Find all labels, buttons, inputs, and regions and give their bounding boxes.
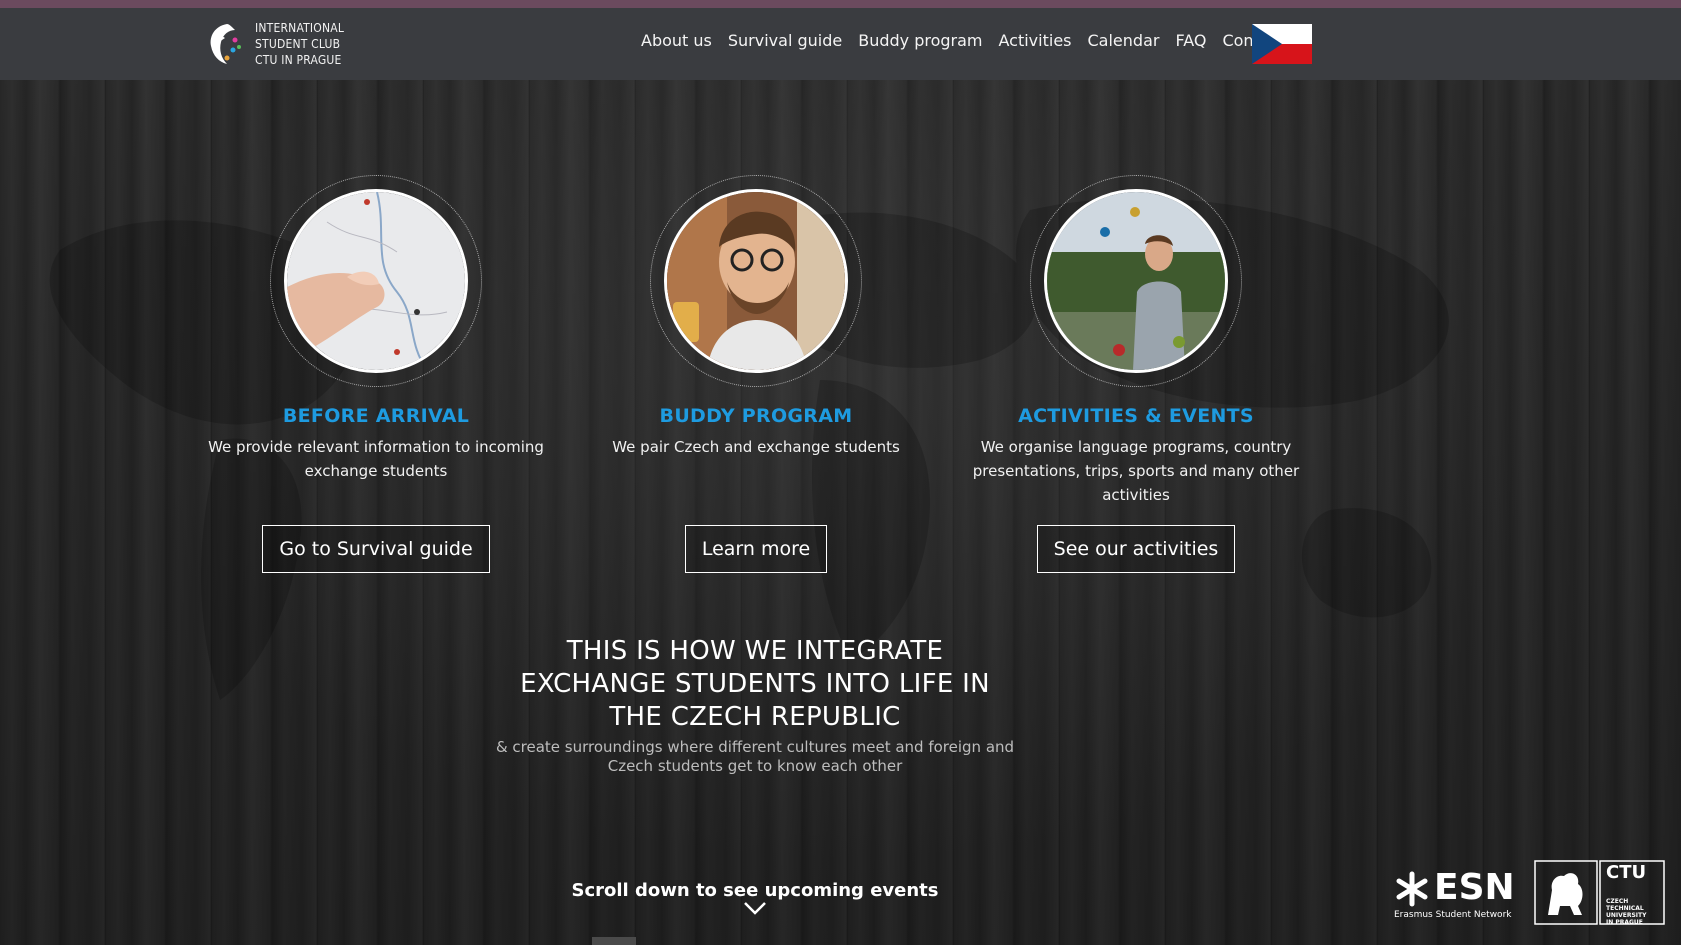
learn-more-button[interactable]: Learn more (684, 525, 828, 573)
see-our-activities-button[interactable]: See our activities (1036, 525, 1236, 573)
feature-photo-ring (270, 175, 482, 387)
nav-activities[interactable]: Activities (999, 31, 1072, 50)
nav-buddy-program[interactable]: Buddy program (858, 31, 982, 50)
club-logo[interactable]: INTERNATIONAL STUDENT CLUB CTU IN PRAGUE (205, 18, 344, 70)
feature-buddy-program: BUDDY PROGRAM We pair Czech and exchange… (586, 175, 926, 573)
smiling-student-portrait-photo (664, 189, 848, 373)
ctu-caption-line-1: CZECH TECHNICAL (1606, 898, 1644, 912)
ctu-caption-line-2: UNIVERSITY (1606, 912, 1647, 919)
logo-line-2: STUDENT CLUB (255, 37, 341, 51)
ctu-caption-line-3: IN PRAGUE (1606, 919, 1643, 926)
top-accent-line (0, 0, 1681, 8)
scroll-down-link[interactable]: Scroll down to see upcoming events (540, 880, 970, 915)
nav-faq[interactable]: FAQ (1175, 31, 1206, 50)
feature-title: BUDDY PROGRAM (659, 405, 853, 427)
juggling-student-photo (1044, 189, 1228, 373)
feature-activities-events: ACTIVITIES & EVENTS We organise language… (966, 175, 1306, 573)
feature-photo-ring (1030, 175, 1242, 387)
logo-line-1: INTERNATIONAL (255, 21, 345, 35)
nav-about-us[interactable]: About us (641, 31, 712, 50)
mission-title: THIS IS HOW WE INTEGRATE EXCHANGE STUDEN… (520, 636, 990, 732)
esn-name: ESN (1434, 867, 1515, 908)
czech-flag-icon[interactable] (1252, 24, 1312, 64)
chevron-down-icon (744, 902, 766, 915)
feature-title: ACTIVITIES & EVENTS (1018, 405, 1254, 427)
mission-headline: THIS IS HOW WE INTEGRATE EXCHANGE STUDEN… (490, 635, 1020, 776)
juggling-photo-art (1047, 192, 1225, 370)
navbar: INTERNATIONAL STUDENT CLUB CTU IN PRAGUE… (0, 8, 1681, 81)
mission-subtitle: & create surroundings where different cu… (495, 738, 1015, 775)
go-to-survival-guide-button[interactable]: Go to Survival guide (262, 525, 490, 573)
ctu-name: CTU (1606, 862, 1647, 883)
feature-description: We provide relevant information to incom… (208, 438, 544, 480)
logo-line-3: CTU IN PRAGUE (255, 53, 342, 67)
main-nav: About us Survival guide Buddy program Ac… (641, 31, 1309, 50)
feature-description: We organise language programs, country p… (972, 438, 1300, 504)
portrait-photo-art (667, 192, 845, 370)
club-logo-text: INTERNATIONAL STUDENT CLUB CTU IN PRAGUE (255, 20, 344, 68)
map-of-czech-republic-photo (284, 189, 468, 373)
scroll-down-label: Scroll down to see upcoming events (571, 880, 939, 901)
nav-survival-guide[interactable]: Survival guide (728, 31, 842, 50)
feature-description: We pair Czech and exchange students (612, 438, 900, 456)
esn-caption: Erasmus Student Network (1394, 910, 1512, 920)
lion-logo-icon (210, 24, 241, 64)
feature-before-arrival: BEFORE ARRIVAL We provide relevant infor… (206, 175, 546, 573)
feature-photo-ring (650, 175, 862, 387)
nav-calendar[interactable]: Calendar (1088, 31, 1160, 50)
feature-title: BEFORE ARRIVAL (282, 405, 470, 427)
map-photo-art (287, 192, 465, 370)
ctu-logo[interactable]: CTU CZECH TECHNICAL UNIVERSITY IN PRAGUE (1534, 860, 1665, 926)
page-scroll-indicator[interactable] (592, 937, 636, 945)
ctu-caption: CZECH TECHNICAL UNIVERSITY IN PRAGUE (1606, 898, 1665, 926)
esn-logo[interactable]: ESN Erasmus Student Network (1394, 866, 1515, 924)
hero-section: BEFORE ARRIVAL We provide relevant infor… (0, 80, 1681, 945)
